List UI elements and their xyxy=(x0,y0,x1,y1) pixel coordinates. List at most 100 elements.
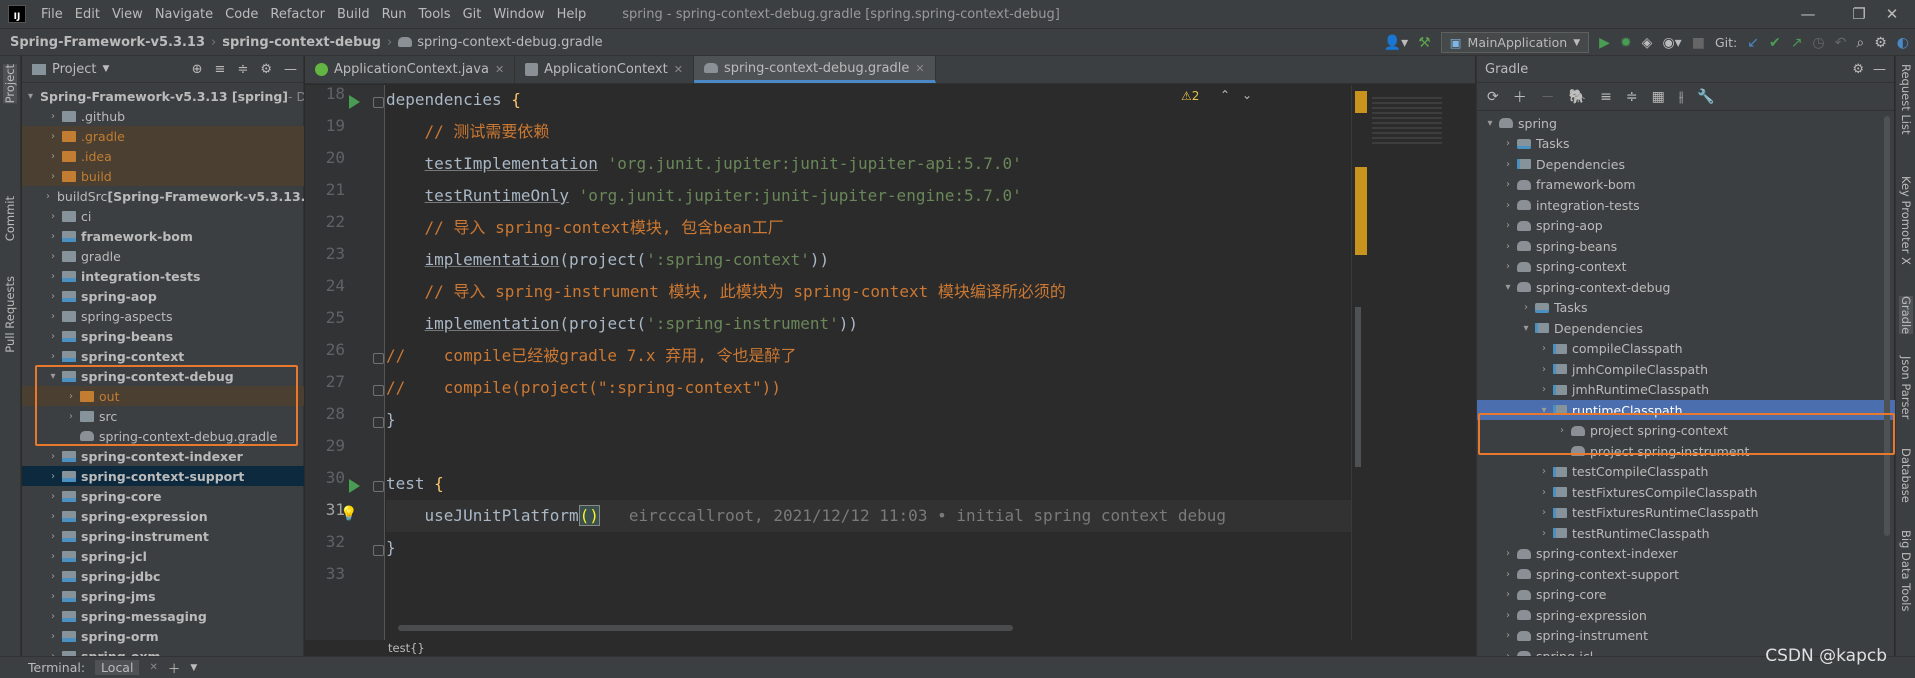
chevron-right-icon[interactable]: › xyxy=(46,511,60,522)
chevron-right-icon[interactable]: › xyxy=(1537,487,1551,498)
chevron-right-icon[interactable]: › xyxy=(1501,610,1515,621)
project-tree-item[interactable]: › spring-jms xyxy=(22,586,304,606)
chevron-right-icon[interactable]: › xyxy=(64,391,78,402)
project-tree-item[interactable]: ▾ Spring-Framework-v5.3.13 [spring] - D:\ xyxy=(22,86,304,106)
menu-run[interactable]: Run xyxy=(376,7,413,22)
project-tree-item[interactable]: › spring-instrument xyxy=(22,526,304,546)
gradle-tree-item[interactable]: › spring-expression xyxy=(1477,605,1895,625)
chevron-right-icon[interactable]: › xyxy=(1501,548,1515,559)
minimize-button[interactable]: — xyxy=(1785,0,1831,28)
tool-window-big-data-tools[interactable]: Big Data Tools xyxy=(1899,530,1913,611)
chevron-right-icon[interactable]: › xyxy=(46,591,60,602)
chevron-right-icon[interactable]: › xyxy=(1537,466,1551,477)
history-icon[interactable]: ◷ xyxy=(1812,35,1824,51)
expand-all-icon[interactable]: ≡ xyxy=(215,62,226,77)
refresh-icon[interactable]: ⟳ xyxy=(1487,89,1499,105)
gradle-tree-item[interactable]: › jmhCompileClasspath xyxy=(1477,359,1895,379)
close-icon[interactable]: ✕ xyxy=(915,62,924,75)
chevron-right-icon[interactable]: › xyxy=(1537,507,1551,518)
project-tree-item[interactable]: › spring-aspects xyxy=(22,306,304,326)
menu-edit[interactable]: Edit xyxy=(69,7,106,22)
gradle-tree-item[interactable]: ▾ runtimeClasspath xyxy=(1477,400,1895,420)
collapse-all-icon[interactable]: ≑ xyxy=(1626,89,1638,105)
chevron-down-icon[interactable]: ▼ xyxy=(102,64,109,74)
project-tree-item[interactable]: › spring-beans xyxy=(22,326,304,346)
terminal-tab-local[interactable]: Local xyxy=(95,660,140,675)
code-editor[interactable]: dependencies { // 测试需要依赖 testImplementat… xyxy=(340,85,1351,640)
close-icon[interactable]: ✕ xyxy=(149,662,157,673)
breadcrumb-file[interactable]: spring-context-debug.gradle xyxy=(398,35,603,50)
breadcrumb-module[interactable]: spring-context-debug xyxy=(222,35,381,50)
gradle-tree-item[interactable]: › testRuntimeClasspath xyxy=(1477,523,1895,543)
chevron-down-icon[interactable]: ▾ xyxy=(46,371,60,382)
gradle-tree-item[interactable]: › project spring-context xyxy=(1477,421,1895,441)
search-icon[interactable]: ⌕ xyxy=(1856,35,1864,51)
chevron-down-icon[interactable]: ▾ xyxy=(1537,405,1551,416)
project-tree-item[interactable]: › build xyxy=(22,166,304,186)
run-icon[interactable]: ▶ xyxy=(1599,35,1610,51)
chevron-right-icon[interactable]: › xyxy=(46,551,60,562)
hide-icon[interactable]: — xyxy=(284,62,297,77)
gradle-tree-item[interactable]: › spring-beans xyxy=(1477,236,1895,256)
chevron-right-icon[interactable]: › xyxy=(46,211,60,222)
gradle-tree-item[interactable]: › Tasks xyxy=(1477,298,1895,318)
chevron-right-icon[interactable]: › xyxy=(1501,220,1515,231)
locate-icon[interactable]: ⊕ xyxy=(192,62,203,77)
debug-icon[interactable]: ✹ xyxy=(1620,35,1632,51)
chevron-right-icon[interactable]: › xyxy=(46,451,60,462)
fold-icon[interactable] xyxy=(373,353,384,364)
close-icon[interactable]: ✕ xyxy=(674,63,683,76)
chevron-right-icon[interactable]: › xyxy=(46,611,60,622)
chevron-right-icon[interactable]: › xyxy=(46,471,60,482)
menu-refactor[interactable]: Refactor xyxy=(264,7,331,22)
collapse-all-icon[interactable]: ≑ xyxy=(237,62,248,77)
chevron-right-icon[interactable]: › xyxy=(46,231,60,242)
project-tree-item[interactable]: › spring-jcl xyxy=(22,546,304,566)
terminal-label[interactable]: Terminal: xyxy=(28,660,85,675)
tool-window-gradle[interactable]: Gradle xyxy=(1899,296,1913,335)
rollback-icon[interactable]: ↶ xyxy=(1835,35,1847,51)
gradle-tree-item[interactable]: › compileClasspath xyxy=(1477,339,1895,359)
chevron-right-icon[interactable]: › xyxy=(1501,261,1515,272)
chevron-right-icon[interactable]: › xyxy=(46,271,60,282)
warnings-indicator[interactable]: ⚠2 xyxy=(1181,89,1199,103)
gradle-tree-item[interactable]: › spring-instrument xyxy=(1477,626,1895,646)
chevron-right-icon[interactable]: › xyxy=(46,491,60,502)
chevron-down-icon[interactable]: ▾ xyxy=(1483,118,1497,129)
menu-code[interactable]: Code xyxy=(219,7,264,22)
gradle-tree-item[interactable]: › spring-context xyxy=(1477,257,1895,277)
project-tree-item[interactable]: › spring-orm xyxy=(22,626,304,646)
project-tree-item[interactable]: › gradle xyxy=(22,246,304,266)
gradle-tree-item[interactable]: › Dependencies xyxy=(1477,154,1895,174)
tool-window-project[interactable]: Project xyxy=(3,64,17,104)
chevron-right-icon[interactable]: › xyxy=(46,171,60,182)
chevron-right-icon[interactable]: › xyxy=(64,411,78,422)
tool-window-pull-requests[interactable]: Pull Requests xyxy=(3,276,17,353)
tab-application-context-java[interactable]: ApplicationContext.java ✕ xyxy=(305,56,516,83)
project-tree-item[interactable]: spring-context-debug.gradle xyxy=(22,426,304,446)
menu-view[interactable]: View xyxy=(106,7,149,22)
menu-git[interactable]: Git xyxy=(457,7,488,22)
menu-build[interactable]: Build xyxy=(331,7,376,22)
wrench-icon[interactable]: 🔧 xyxy=(1697,89,1714,105)
tool-window-key-promoter[interactable]: Key Promoter X xyxy=(1899,176,1913,265)
run-configuration-select[interactable]: ▣ MainApplication ▼ xyxy=(1440,32,1590,53)
project-tree-item[interactable]: › .github xyxy=(22,106,304,126)
gradle-tree-item[interactable]: project spring-instrument xyxy=(1477,441,1895,461)
tool-window-json-parser[interactable]: Json Parser xyxy=(1899,356,1913,419)
chevron-down-icon[interactable]: ▾ xyxy=(1519,323,1533,334)
chevron-right-icon[interactable]: › xyxy=(1501,630,1515,641)
chevron-right-icon[interactable]: › xyxy=(46,351,60,362)
chevron-right-icon[interactable]: › xyxy=(46,311,60,322)
horizontal-scrollbar[interactable] xyxy=(398,625,1013,631)
project-panel-title[interactable]: Project xyxy=(52,62,96,77)
gradle-tree-item[interactable]: › integration-tests xyxy=(1477,195,1895,215)
chevron-right-icon[interactable]: › xyxy=(46,571,60,582)
tab-spring-context-debug-gradle[interactable]: spring-context-debug.gradle ✕ xyxy=(693,56,936,83)
menu-navigate[interactable]: Navigate xyxy=(149,7,219,22)
project-tree-item[interactable]: › buildSrc [Spring-Framework-v5.3.13.b xyxy=(22,186,304,206)
tab-application-context-diagram[interactable]: ApplicationContext ✕ xyxy=(515,56,694,83)
add-icon[interactable]: ＋ xyxy=(168,658,181,677)
chevron-right-icon[interactable]: › xyxy=(46,331,60,342)
run-gutter-icon[interactable] xyxy=(349,95,360,109)
